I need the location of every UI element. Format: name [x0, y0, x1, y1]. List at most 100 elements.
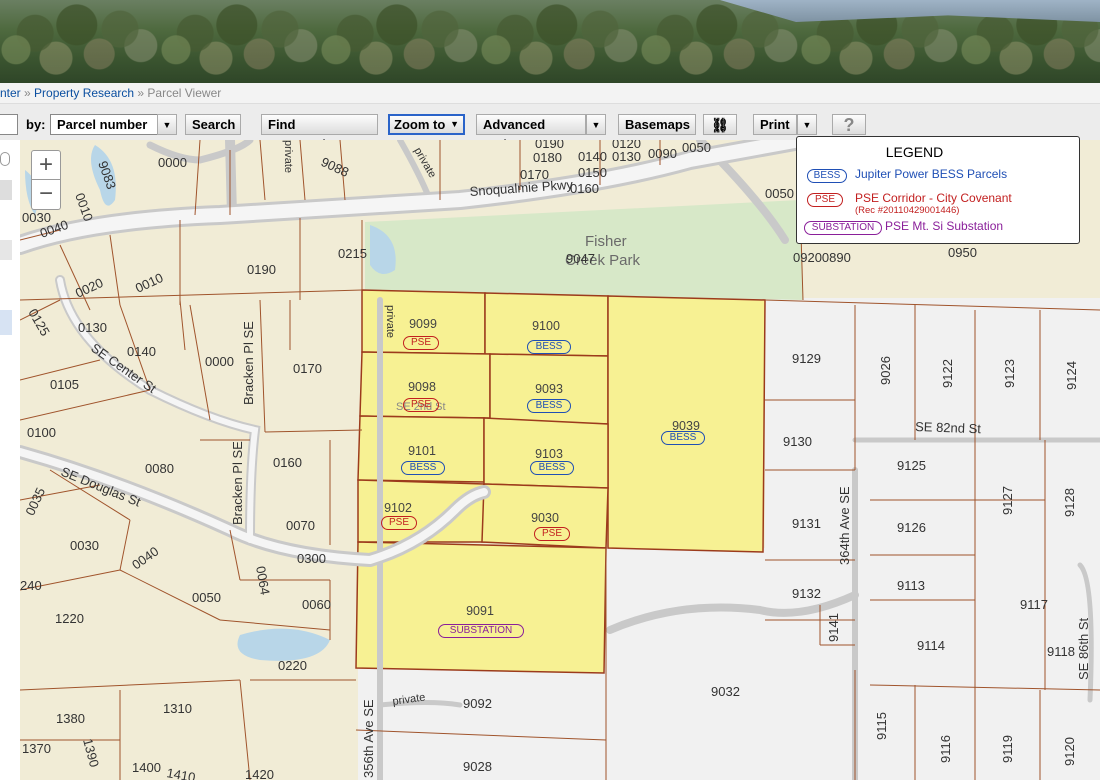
left-side-panel[interactable] [0, 140, 21, 780]
parcel-label: 9118 [1047, 644, 1075, 659]
parcel-label: 9141 [826, 613, 841, 642]
search-type-select[interactable]: Parcel number [50, 114, 158, 135]
parcel-label: 9132 [792, 586, 821, 601]
parcel-label: 0215 [338, 246, 367, 261]
breadcrumb-sep: » [134, 86, 148, 100]
parcel-label-9101: 9101 [408, 444, 436, 458]
header-banner-image [0, 0, 1100, 83]
parcel-label: 9127 [1000, 486, 1015, 515]
pse-tag: PSE [381, 516, 417, 530]
parcel-label: 0160 [570, 181, 599, 196]
parcel-label: 9125 [897, 458, 926, 473]
parcel-label: 09200890 [793, 250, 851, 265]
chevron-down-icon: ▼ [591, 120, 601, 130]
bess-tag: BESS [527, 399, 571, 413]
parcel-label: 9119 [1000, 735, 1015, 763]
parcel-label: 1400 [132, 760, 161, 775]
search-button[interactable]: Search [185, 114, 241, 135]
parcel-label: 1370 [22, 741, 51, 756]
parcel-label: 9130 [783, 434, 812, 449]
parcel-label: 0150 [578, 165, 607, 180]
parcel-label: 0220 [278, 658, 307, 673]
park-label-fisher: Fisher [585, 233, 627, 250]
parcel-label: 9129 [792, 351, 821, 366]
panel-tab[interactable] [0, 180, 12, 200]
street-label-364: 364th Ave SE [837, 486, 852, 565]
legend-substation-tag: SUBSTATION [804, 221, 882, 235]
pse-tag: PSE [403, 336, 439, 350]
bess-tag: BESS [530, 461, 574, 475]
parcel-label: 0090 [648, 146, 677, 161]
parcel-label-9099: 9099 [409, 317, 437, 331]
parcel-label: 1310 [163, 701, 192, 716]
legend-pse-text: PSE Corridor - City Covenant [855, 191, 1012, 205]
legend-pse-tag: PSE [807, 193, 843, 207]
parcel-label: 0120 [612, 140, 641, 151]
parcel-label: 0950 [948, 245, 977, 260]
legend-bess-tag: BESS [807, 169, 847, 183]
parcel-label: 9113 [897, 578, 925, 593]
pse-tag: PSE [534, 527, 570, 541]
parcel-label: 9122 [940, 359, 955, 388]
parcel-label-9102: 9102 [384, 501, 412, 515]
parcel-label: 9123 [1002, 359, 1017, 388]
breadcrumb: nter » Property Research » Parcel Viewer [0, 83, 1100, 104]
basemaps-button[interactable]: Basemaps [618, 114, 696, 135]
parcel-label: 1420 [245, 767, 274, 780]
parcel-label: 0050 [682, 140, 711, 155]
breadcrumb-item-property-research[interactable]: Property Research [34, 86, 134, 100]
parcel-label: 9116 [938, 735, 953, 763]
legend-substation-text: PSE Mt. Si Substation [885, 219, 1004, 233]
advanced-tools-button[interactable]: Advanced tools [476, 114, 586, 152]
parcel-label-9093: 9093 [535, 382, 563, 396]
parcel-label: 9124 [1064, 361, 1079, 390]
parcel-label: 0300 [297, 551, 326, 566]
parcel-label: 1380 [56, 711, 85, 726]
street-label-se86: SE 86th St [1076, 617, 1091, 680]
find-intersection-button[interactable]: Find Intersection [261, 114, 378, 152]
street-label-356: 356th Ave SE [361, 699, 376, 778]
chevron-down-icon: ▼ [162, 120, 172, 130]
chevron-down-icon: ▼ [802, 120, 812, 130]
search-type-dropdown[interactable]: ▼ [157, 114, 177, 135]
chevron-down-icon: ▼ [450, 119, 459, 129]
zoom-to-label: Zoom to [394, 117, 446, 132]
zoom-to-dropdown[interactable]: Zoom to ▼ [388, 114, 465, 135]
parcel-label: 9032 [711, 684, 740, 699]
breadcrumb-item-parcel-viewer: Parcel Viewer [147, 86, 222, 100]
street-label-private4: private [282, 140, 294, 173]
panel-tab[interactable] [0, 310, 12, 335]
zoom-in-button[interactable]: + [31, 150, 61, 180]
advanced-tools-dropdown[interactable]: ▼ [586, 114, 606, 135]
parcel-label: 0050 [192, 590, 221, 605]
search-input[interactable] [0, 114, 18, 135]
breadcrumb-item-center[interactable]: nter [0, 86, 21, 100]
parcel-label: 9128 [1062, 488, 1077, 517]
parcel-label: 0060 [302, 597, 331, 612]
help-button[interactable]: ? [832, 114, 866, 135]
street-label-bracken1: Bracken Pl SE [241, 321, 256, 405]
breadcrumb-sep: » [20, 86, 35, 100]
parcel-label: 9120 [1062, 737, 1077, 766]
parcel-label: 9026 [878, 356, 893, 385]
panel-tab[interactable] [0, 240, 12, 260]
print-dropdown[interactable]: ▼ [797, 114, 817, 135]
street-label-private2: private [384, 305, 396, 338]
parcel-label: 9115 [874, 712, 889, 740]
pse-tag: PSE [403, 398, 439, 412]
parcel-label: 0105 [50, 377, 79, 392]
parcel-label: 0170 [520, 167, 549, 182]
parcel-label: 0170 [293, 361, 322, 376]
link-icon[interactable]: ⛓ [703, 114, 737, 135]
collapse-icon[interactable] [0, 152, 10, 166]
map-legend: LEGEND BESS Jupiter Power BESS Parcels P… [796, 136, 1080, 244]
street-label-bracken2: Bracken Pl SE [230, 441, 245, 525]
parcel-label: 9114 [917, 638, 945, 653]
zoom-out-button[interactable]: − [31, 180, 61, 210]
print-button[interactable]: Print [753, 114, 797, 135]
parcel-label: 0140 [578, 149, 607, 164]
parcel-label: 0190 [535, 140, 564, 151]
parcel-label: 0140 [127, 344, 156, 359]
parcel-label: 9117 [1020, 597, 1048, 612]
parcel-label: 0050 [765, 186, 794, 201]
